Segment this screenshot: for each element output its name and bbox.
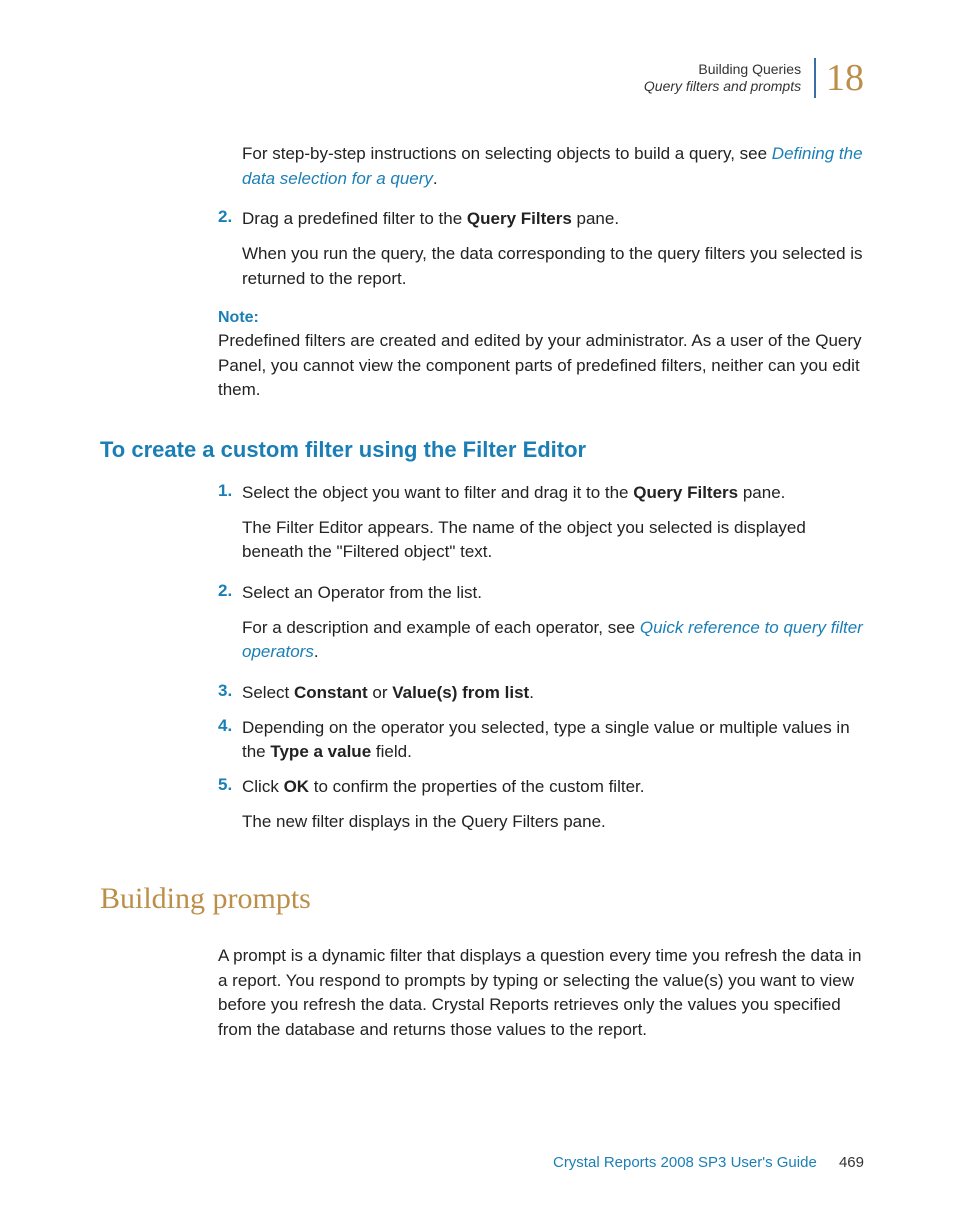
s2-text-a: For a description and example of each op… <box>242 618 640 637</box>
prompts-paragraph: A prompt is a dynamic filter that displa… <box>218 944 864 1043</box>
query-filters-label: Query Filters <box>633 483 738 502</box>
intro-text-b: . <box>433 169 438 188</box>
header-divider <box>814 58 816 98</box>
step-text: Select the object you want to filter and… <box>242 481 864 506</box>
s4-text-b: field. <box>371 742 412 761</box>
step-number: 4. <box>218 716 242 765</box>
header-text-block: Building Queries Query filters and promp… <box>644 61 801 95</box>
step2-description: When you run the query, the data corresp… <box>242 242 864 291</box>
header-chapter-title: Building Queries <box>644 61 801 78</box>
step-number: 5. <box>218 775 242 800</box>
values-from-list-label: Value(s) from list <box>392 683 529 702</box>
note-paragraph: Predefined filters are created and edite… <box>218 329 864 403</box>
constant-label: Constant <box>294 683 368 702</box>
header-section-title: Query filters and prompts <box>644 78 801 95</box>
intro-text-a: For step-by-step instructions on selecti… <box>242 144 772 163</box>
filter-step-1: 1. Select the object you want to filter … <box>218 481 864 506</box>
s2-description: For a description and example of each op… <box>242 616 864 665</box>
page-footer: Crystal Reports 2008 SP3 User's Guide 46… <box>553 1154 864 1171</box>
step-text: Depending on the operator you selected, … <box>242 716 864 765</box>
s3-text-a: Select <box>242 683 294 702</box>
filter-step-4: 4. Depending on the operator you selecte… <box>218 716 864 765</box>
footer-guide-title: Crystal Reports 2008 SP3 User's Guide <box>553 1154 817 1171</box>
step-text: Select Constant or Value(s) from list. <box>242 681 864 706</box>
step-number: 2. <box>218 581 242 606</box>
s3-text-c: . <box>529 683 534 702</box>
step-text: Click OK to confirm the properties of th… <box>242 775 864 800</box>
step2-text-b: pane. <box>572 209 619 228</box>
s2-text-b: . <box>314 642 319 661</box>
note-label: Note: <box>218 309 864 327</box>
filter-step-5: 5. Click OK to confirm the properties of… <box>218 775 864 800</box>
s5-description: The new filter displays in the Query Fil… <box>242 810 864 835</box>
footer-page-number: 469 <box>839 1154 864 1171</box>
step-text: Select an Operator from the list. <box>242 581 864 606</box>
step2-text-a: Drag a predefined filter to the <box>242 209 467 228</box>
step-number: 2. <box>218 207 242 232</box>
s1-description: The Filter Editor appears. The name of t… <box>242 516 864 565</box>
step-number: 3. <box>218 681 242 706</box>
type-a-value-label: Type a value <box>270 742 371 761</box>
chapter-number: 18 <box>826 59 864 97</box>
step-text: Drag a predefined filter to the Query Fi… <box>242 207 864 232</box>
s5-text-b: to confirm the properties of the custom … <box>309 777 644 796</box>
intro-paragraph: For step-by-step instructions on selecti… <box>242 142 864 191</box>
filter-step-2: 2. Select an Operator from the list. <box>218 581 864 606</box>
filter-editor-heading: To create a custom filter using the Filt… <box>100 437 864 463</box>
step-number: 1. <box>218 481 242 506</box>
step-2: 2. Drag a predefined filter to the Query… <box>218 207 864 232</box>
building-prompts-heading: Building prompts <box>100 882 864 916</box>
main-content: For step-by-step instructions on selecti… <box>100 142 864 1043</box>
s5-text-a: Click <box>242 777 284 796</box>
s3-text-b: or <box>368 683 393 702</box>
filter-step-3: 3. Select Constant or Value(s) from list… <box>218 681 864 706</box>
query-filters-label: Query Filters <box>467 209 572 228</box>
page-header: Building Queries Query filters and promp… <box>100 58 864 98</box>
ok-label: OK <box>284 777 310 796</box>
s1-text-b: pane. <box>738 483 785 502</box>
s1-text-a: Select the object you want to filter and… <box>242 483 633 502</box>
